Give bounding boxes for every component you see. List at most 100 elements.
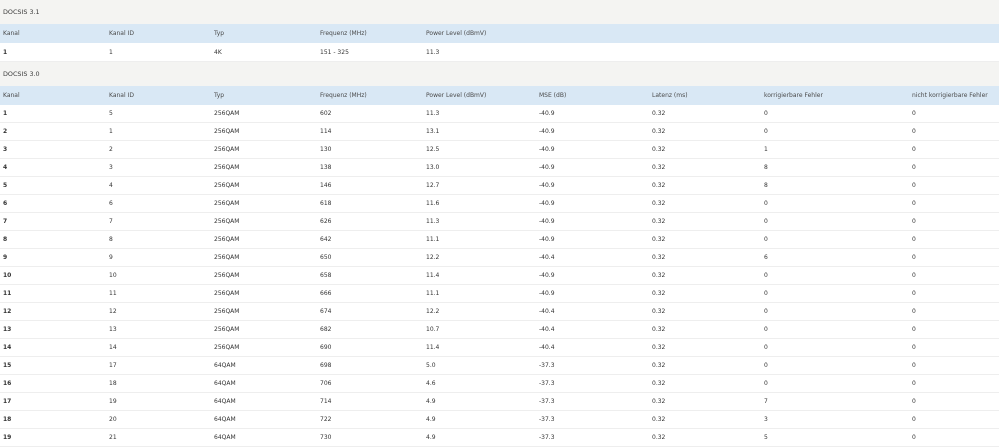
table-cell: 0	[912, 146, 916, 153]
table-cell: 11.4	[426, 272, 440, 279]
table-cell: 0	[764, 344, 768, 351]
table-row: 5 4 256QAM 146 12.7 -40.9 0.32 8 0	[0, 177, 999, 195]
table-cell: 722	[320, 416, 332, 423]
table-cell: 642	[320, 236, 332, 243]
table-cell: 0.32	[652, 344, 666, 351]
table-cell: 256QAM	[214, 146, 240, 153]
table-cell: 698	[320, 362, 332, 369]
table-cell: 4.9	[426, 416, 436, 423]
table-cell: 0	[912, 416, 916, 423]
table-cell: 12.2	[426, 308, 440, 315]
table-cell: 0.32	[652, 146, 666, 153]
table-cell: -37.3	[539, 398, 555, 405]
table-cell: 0.32	[652, 380, 666, 387]
table-cell: 0.32	[652, 434, 666, 441]
docsis31-column-header-3: Typ	[214, 30, 225, 37]
table-cell: 8	[764, 164, 768, 171]
docsis30-column-header-3: Typ	[214, 92, 225, 99]
table-cell: 256QAM	[214, 326, 240, 333]
table-cell: 0	[912, 398, 916, 405]
table-cell: 0	[764, 362, 768, 369]
table-cell: -37.3	[539, 380, 555, 387]
table-cell: 690	[320, 344, 332, 351]
table-cell: 1	[109, 48, 113, 56]
table-cell: 8	[3, 236, 8, 243]
table-cell: 0	[912, 164, 916, 171]
table-cell: 0	[912, 290, 916, 297]
table-cell: 0.32	[652, 416, 666, 423]
table-cell: 0	[912, 272, 916, 279]
table-cell: 4.9	[426, 434, 436, 441]
docsis30-column-header-7: Latenz (ms)	[652, 92, 688, 99]
table-cell: -40.9	[539, 272, 555, 279]
docsis31-title: DOCSIS 3.1	[0, 0, 999, 24]
table-row: 19 21 64QAM 730 4.9 -37.3 0.32 5 0	[0, 429, 999, 447]
table-cell: 13	[3, 326, 12, 333]
table-row: 7 7 256QAM 626 11.3 -40.9 0.32 0 0	[0, 213, 999, 231]
table-cell: 714	[320, 398, 332, 405]
table-cell: 151 - 325	[320, 48, 349, 56]
table-cell: 4	[3, 164, 8, 171]
table-cell: 0	[764, 110, 768, 117]
table-cell: 2	[3, 128, 8, 135]
table-cell: 12	[109, 308, 117, 315]
table-cell: 0.32	[652, 254, 666, 261]
table-cell: 256QAM	[214, 236, 240, 243]
table-cell: 706	[320, 380, 332, 387]
table-cell: 0	[912, 254, 916, 261]
table-cell: 256QAM	[214, 344, 240, 351]
table-cell: 1	[3, 48, 8, 56]
table-cell: 0.32	[652, 290, 666, 297]
table-cell: 19	[3, 434, 12, 441]
table-cell: 7	[3, 218, 8, 225]
table-cell: 0	[912, 380, 916, 387]
table-row: 8 8 256QAM 642 11.1 -40.9 0.32 0 0	[0, 231, 999, 249]
table-cell: 17	[3, 398, 12, 405]
table-cell: 0.32	[652, 308, 666, 315]
table-cell: 10	[109, 272, 117, 279]
table-cell: -37.3	[539, 434, 555, 441]
table-cell: 602	[320, 110, 332, 117]
table-cell: 256QAM	[214, 200, 240, 207]
table-cell: 11.3	[426, 110, 440, 117]
table-cell: 11.3	[426, 218, 440, 225]
table-cell: 0.32	[652, 362, 666, 369]
table-cell: 256QAM	[214, 272, 240, 279]
table-cell: 5	[764, 434, 768, 441]
table-cell: 11.4	[426, 344, 440, 351]
table-cell: 0	[912, 326, 916, 333]
table-row: 4 3 256QAM 138 13.0 -40.9 0.32 8 0	[0, 159, 999, 177]
table-cell: 0	[764, 308, 768, 315]
table-cell: 1	[109, 128, 113, 135]
table-cell: 256QAM	[214, 290, 240, 297]
table-cell: 626	[320, 218, 332, 225]
table-row: 1 5 256QAM 602 11.3 -40.9 0.32 0 0	[0, 105, 999, 123]
table-cell: 0	[912, 182, 916, 189]
table-cell: 730	[320, 434, 332, 441]
table-cell: -40.9	[539, 182, 555, 189]
table-cell: 0	[912, 308, 916, 315]
table-cell: 1	[3, 110, 8, 117]
table-cell: 10.7	[426, 326, 440, 333]
table-row: 2 1 256QAM 114 13.1 -40.9 0.32 0 0	[0, 123, 999, 141]
table-cell: 11	[3, 290, 12, 297]
docsis30-title: DOCSIS 3.0	[0, 62, 999, 86]
table-cell: 21	[109, 434, 117, 441]
docsis30-section: DOCSIS 3.0 Kanal Kanal ID Typ Frequenz (MHz…	[0, 62, 999, 447]
table-cell: 0	[764, 236, 768, 243]
table-row: 10 10 256QAM 658 11.4 -40.9 0.32 0 0	[0, 267, 999, 285]
table-cell: 256QAM	[214, 182, 240, 189]
table-row: 11 11 256QAM 666 11.1 -40.9 0.32 0 0	[0, 285, 999, 303]
table-cell: 682	[320, 326, 332, 333]
table-cell: 0	[912, 344, 916, 351]
table-cell: 0.32	[652, 272, 666, 279]
table-cell: 138	[320, 164, 332, 171]
table-cell: 3	[3, 146, 8, 153]
table-cell: 0	[912, 128, 916, 135]
table-cell: 0.32	[652, 200, 666, 207]
table-cell: 6	[3, 200, 8, 207]
table-cell: 3	[764, 416, 768, 423]
table-cell: 0	[912, 200, 916, 207]
table-cell: 10	[3, 272, 12, 279]
table-cell: 0.32	[652, 326, 666, 333]
